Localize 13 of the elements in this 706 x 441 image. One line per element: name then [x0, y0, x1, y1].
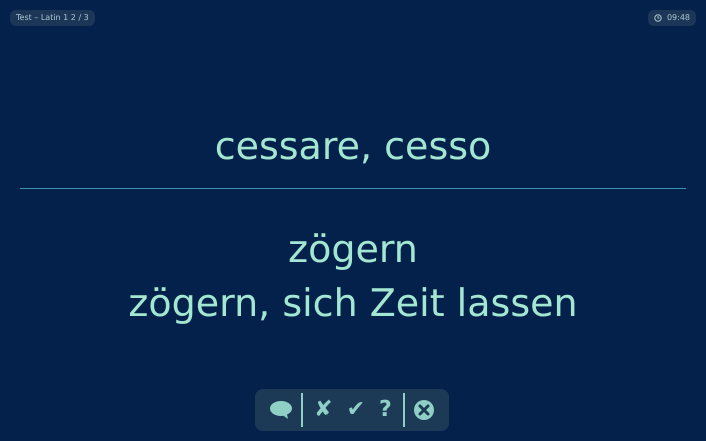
test-title-badge: Test – Latin 1 2 / 3: [10, 10, 95, 26]
comment-button[interactable]: [269, 399, 294, 421]
answer-button[interactable]: ✔: [344, 399, 368, 421]
time-text: 09:48: [666, 12, 690, 24]
question-text: cessare, cesso: [214, 122, 492, 170]
answer-text: zögern, sich Zeit lassen: [128, 280, 578, 328]
clock-icon: [654, 14, 662, 22]
close-button[interactable]: [412, 399, 435, 421]
answer-button[interactable]: ?: [376, 399, 395, 421]
speech-bubble-icon: [269, 399, 294, 421]
close-icon: [412, 399, 435, 421]
answer-button[interactable]: ✘: [311, 399, 336, 421]
answer-text: zögern: [288, 226, 418, 273]
